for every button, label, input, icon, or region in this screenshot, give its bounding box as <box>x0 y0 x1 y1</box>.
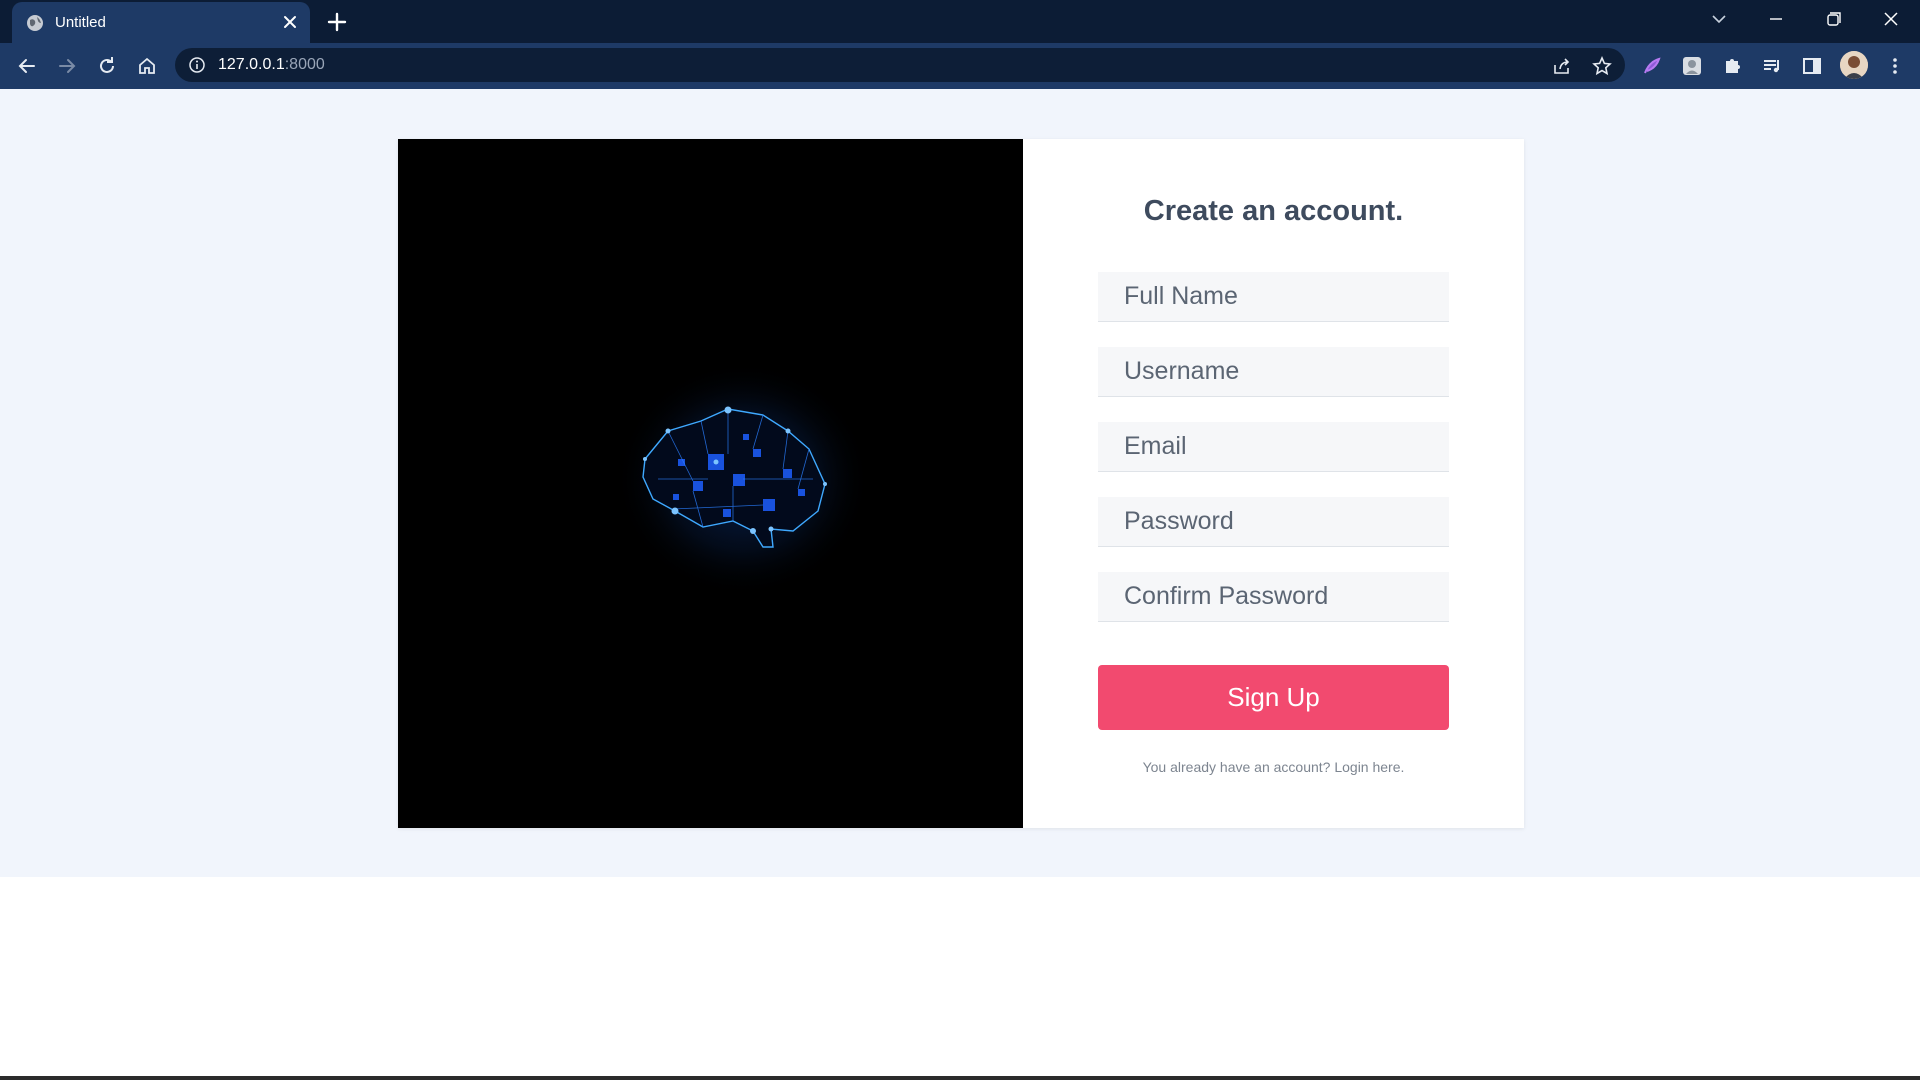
forward-icon[interactable] <box>55 54 79 78</box>
star-icon[interactable] <box>1591 55 1613 77</box>
confirm-password-field[interactable] <box>1098 572 1449 622</box>
tab-search-icon[interactable] <box>1705 8 1733 30</box>
hero-image <box>398 139 1023 828</box>
browser-toolbar: 127.0.0.1:8000 <box>0 43 1920 89</box>
full-name-field[interactable] <box>1098 272 1449 322</box>
signup-card: Create an account. Sign Up You already h… <box>398 139 1524 828</box>
url-port: :8000 <box>284 56 325 73</box>
profile-picture-icon <box>1840 51 1868 79</box>
close-icon[interactable] <box>280 12 300 32</box>
username-field[interactable] <box>1098 347 1449 397</box>
globe-icon <box>27 15 43 31</box>
minimize-icon[interactable] <box>1762 8 1790 30</box>
email-field[interactable] <box>1098 422 1449 472</box>
extension-icon[interactable] <box>1680 54 1704 78</box>
address-bar[interactable]: 127.0.0.1:8000 <box>175 48 1625 82</box>
tab-title: Untitled <box>55 14 106 31</box>
signup-form: Create an account. Sign Up You already h… <box>1023 139 1524 828</box>
form-heading: Create an account. <box>1023 195 1524 228</box>
login-link[interactable]: You already have an account? Login here. <box>1023 759 1524 775</box>
side-panel-icon[interactable] <box>1800 54 1824 78</box>
profile-avatar[interactable] <box>1840 51 1868 79</box>
menu-kebab-icon[interactable] <box>1883 54 1907 78</box>
url-text: 127.0.0.1:8000 <box>218 56 325 74</box>
taskbar-edge <box>0 1076 1920 1080</box>
heading-bold: Create <box>1143 195 1235 227</box>
sign-up-button[interactable]: Sign Up <box>1098 665 1449 730</box>
url-host: 127.0.0.1 <box>218 56 285 73</box>
share-icon[interactable] <box>1551 55 1573 77</box>
puzzle-icon[interactable] <box>1720 54 1744 78</box>
feather-extension-icon[interactable] <box>1640 54 1664 78</box>
window-close-icon[interactable] <box>1877 8 1905 30</box>
reading-list-icon[interactable] <box>1760 54 1784 78</box>
password-field[interactable] <box>1098 497 1449 547</box>
digital-brain-illustration <box>615 361 871 597</box>
back-icon[interactable] <box>15 54 39 78</box>
browser-tab[interactable]: Untitled <box>12 2 310 43</box>
heading-rest: an account. <box>1234 195 1404 227</box>
info-icon[interactable] <box>188 56 206 74</box>
restore-icon[interactable] <box>1819 8 1847 30</box>
reload-icon[interactable] <box>95 54 119 78</box>
browser-tabstrip: Untitled <box>0 0 1920 43</box>
new-tab-icon[interactable] <box>326 11 348 33</box>
home-icon[interactable] <box>135 54 159 78</box>
